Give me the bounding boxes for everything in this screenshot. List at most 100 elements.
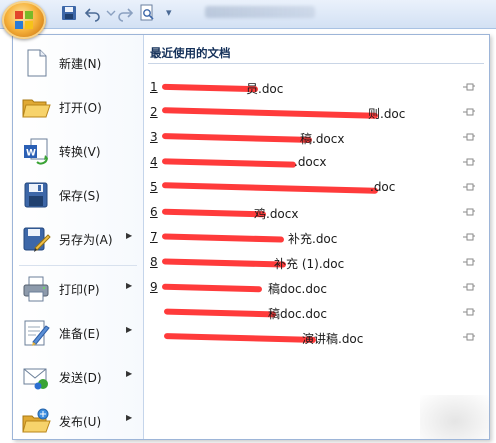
redaction-mark: [161, 283, 263, 293]
menu-item-convert[interactable]: W 转换(V): [13, 129, 143, 173]
menu-item-label: 发送(D): [59, 371, 102, 385]
redaction-mark: [161, 158, 297, 168]
pin-icon[interactable]: [462, 82, 476, 92]
document-name: .doc: [370, 180, 396, 194]
submenu-arrow-icon: ▶: [126, 231, 133, 240]
submenu-arrow-icon: ▶: [126, 369, 133, 378]
convert-icon: W: [24, 138, 48, 165]
recent-document-row[interactable]: 2 则.doc: [144, 100, 489, 124]
office-button[interactable]: [2, 1, 46, 39]
document-name: 鸡.docx: [254, 207, 299, 221]
menu-item-save[interactable]: 保存(S): [13, 173, 143, 217]
menu-item-open[interactable]: 打开(O): [13, 85, 143, 129]
document-name: 员.doc: [246, 82, 284, 96]
pin-icon[interactable]: [462, 107, 476, 117]
save-as-icon: [23, 227, 51, 252]
recent-document-row[interactable]: 3 稿.docx: [144, 125, 489, 149]
blurred-window-title: [205, 6, 315, 18]
send-icon: [23, 368, 48, 390]
menu-item-label: 打印(P): [59, 283, 100, 297]
quick-access-customize-icon[interactable]: ▾: [166, 6, 172, 19]
print-icon: [23, 276, 49, 302]
recent-document-row[interactable]: 4 .docx: [144, 150, 489, 174]
document-name: 补充 (1).doc: [274, 257, 345, 271]
title-bar: ▾: [0, 0, 496, 39]
redaction-mark: [161, 107, 379, 119]
redaction-mark: [163, 308, 277, 318]
pin-icon[interactable]: [462, 182, 476, 192]
menu-item-label: 另存为(A): [59, 233, 113, 247]
pin-icon[interactable]: [462, 332, 476, 342]
recent-document-row[interactable]: 5 .doc: [144, 175, 489, 199]
document-number: 8: [150, 255, 158, 269]
menu-divider: [19, 265, 137, 266]
pin-icon[interactable]: [462, 207, 476, 217]
new-document-icon: [27, 49, 47, 77]
pin-icon[interactable]: [462, 282, 476, 292]
document-name: .docx: [294, 155, 327, 169]
pin-icon[interactable]: [462, 257, 476, 267]
pin-icon[interactable]: [462, 307, 476, 317]
pin-icon[interactable]: [462, 157, 476, 167]
recent-documents-header: 最近使用的文档: [150, 46, 231, 60]
document-name: 稿doc.doc: [268, 307, 327, 321]
submenu-arrow-icon: ▶: [126, 281, 133, 290]
redaction-mark: [161, 233, 285, 243]
pin-icon[interactable]: [462, 232, 476, 242]
document-name: 稿.docx: [300, 132, 345, 146]
office-logo-icon: [15, 11, 33, 29]
document-number: 4: [150, 155, 158, 169]
menu-item-save-as[interactable]: 另存为(A) ▶: [13, 217, 143, 261]
menu-item-publish[interactable]: 发布(U) ▶: [13, 399, 143, 443]
recent-document-row[interactable]: 1 员.doc: [144, 75, 489, 99]
open-folder-icon: [22, 99, 51, 118]
redaction-mark: [161, 83, 259, 93]
menu-item-prepare[interactable]: 准备(E) ▶: [13, 311, 143, 355]
document-name: 稿doc.doc: [268, 282, 327, 296]
document-number: 3: [150, 130, 158, 144]
recent-documents-pane: 最近使用的文档 1 员.doc 2 则.doc 3 稿.docx 4 .docx: [144, 35, 489, 439]
redo-icon[interactable]: [116, 4, 134, 22]
menu-item-label: 转换(V): [59, 145, 101, 159]
document-number: 1: [150, 80, 158, 94]
recent-document-row[interactable]: 8 补充 (1).doc: [144, 250, 489, 274]
redaction-mark: [161, 258, 287, 268]
recent-document-row[interactable]: 9 稿doc.doc: [144, 275, 489, 299]
redaction-mark: [163, 333, 317, 343]
pin-icon[interactable]: [462, 132, 476, 142]
menu-item-print[interactable]: 打印(P) ▶: [13, 267, 143, 311]
redaction-mark: [161, 182, 379, 194]
menu-item-label: 保存(S): [59, 189, 100, 203]
document-number: 7: [150, 230, 158, 244]
document-number: 9: [150, 280, 158, 294]
undo-icon[interactable]: [84, 4, 102, 22]
submenu-arrow-icon: ▶: [126, 413, 133, 422]
document-name: 则.doc: [368, 107, 406, 121]
document-number: 5: [150, 180, 158, 194]
prepare-icon: [24, 320, 50, 346]
menu-item-label: 准备(E): [59, 327, 100, 341]
recent-document-row[interactable]: 稿doc.doc: [144, 300, 489, 324]
document-name: 演讲稿.doc: [302, 332, 364, 346]
save-icon[interactable]: [60, 4, 78, 22]
recent-document-row[interactable]: 6 鸡.docx: [144, 200, 489, 224]
redaction-mark: [161, 133, 313, 143]
document-name: 补充.doc: [288, 232, 338, 246]
menu-item-label: 发布(U): [59, 415, 102, 429]
publish-icon: [22, 408, 51, 433]
save-icon: [24, 182, 48, 208]
document-number: 2: [150, 105, 158, 119]
menu-item-label: 打开(O): [59, 101, 102, 115]
recent-document-row[interactable]: 演讲稿.doc: [144, 325, 489, 349]
recent-document-row[interactable]: 7 补充.doc: [144, 225, 489, 249]
redaction-mark: [161, 208, 267, 218]
menu-commands: 新建(N) 打开(O) W 转换(V) 保存(S) 另存为(A) ▶ 打印(P)…: [13, 35, 144, 439]
menu-item-new[interactable]: 新建(N): [13, 41, 143, 85]
document-number: 6: [150, 205, 158, 219]
submenu-arrow-icon: ▶: [126, 325, 133, 334]
menu-item-send[interactable]: 发送(D) ▶: [13, 355, 143, 399]
watermark-area: [420, 395, 490, 439]
print-preview-icon[interactable]: [138, 4, 156, 22]
svg-text:W: W: [26, 149, 36, 159]
header-divider: [148, 63, 484, 64]
